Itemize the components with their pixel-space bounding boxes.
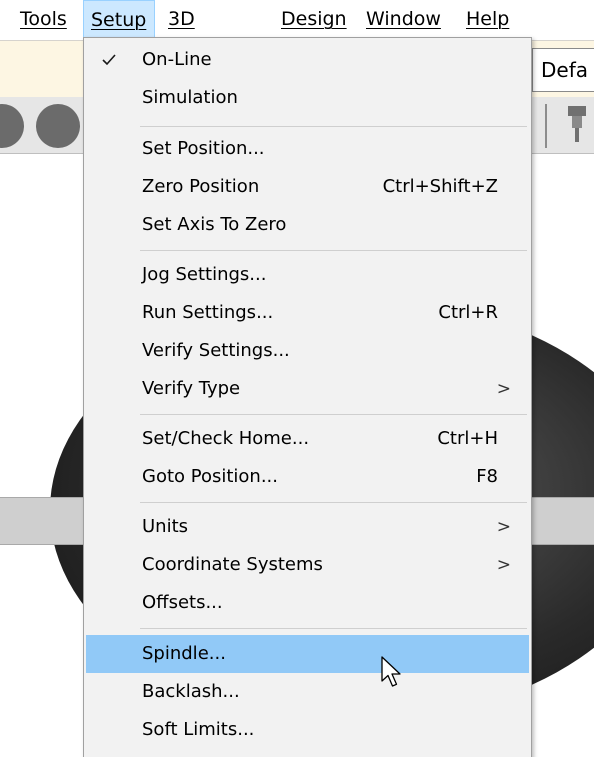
menu-help[interactable]: Help: [466, 0, 516, 38]
menu-item-label: Set Position...: [142, 138, 265, 159]
menu-setup-label: Setup: [91, 9, 147, 31]
mouse-cursor-icon: [381, 656, 401, 687]
setup-menu: On-Line Simulation Set Position... Zero …: [83, 37, 532, 757]
menu-item-label: Set/Check Home...: [142, 428, 310, 449]
menu-item-label: Verify Type: [142, 378, 241, 399]
menu-bar: Tools Setup 3D Image Design Window Help: [0, 0, 594, 68]
menu-item-label: Spindle...: [142, 643, 226, 664]
menu-window-label: Window: [366, 8, 441, 30]
menu-item-set-check-home[interactable]: Set/Check Home... Ctrl+H: [86, 420, 529, 458]
menu-item-verify-type[interactable]: Verify Type >: [86, 370, 529, 408]
menu-separator: [140, 126, 527, 127]
menu-item-label: Jog Settings...: [142, 264, 267, 285]
menu-tools-label: Tools: [20, 8, 67, 30]
spindle-tool-icon[interactable]: [566, 104, 588, 144]
toolbar-circle-button[interactable]: [36, 104, 80, 148]
menu-separator: [140, 250, 527, 251]
menu-window[interactable]: Window: [366, 0, 448, 38]
menu-item-coordinate-systems[interactable]: Coordinate Systems >: [86, 546, 529, 584]
menu-separator: [140, 414, 527, 415]
menu-item-label: Simulation: [142, 87, 238, 108]
menu-item-run-settings[interactable]: Run Settings... Ctrl+R: [86, 294, 529, 332]
menu-item-label: Goto Position...: [142, 466, 279, 487]
menu-item-jog-settings[interactable]: Jog Settings...: [86, 256, 529, 294]
menu-item-zero-position[interactable]: Zero Position Ctrl+Shift+Z: [86, 168, 529, 206]
menu-item-offsets[interactable]: Offsets...: [86, 584, 529, 622]
toolbar-separator: [545, 104, 547, 148]
menu-item-label: On-Line: [142, 49, 212, 70]
submenu-chevron-icon: >: [496, 379, 511, 399]
menu-item-label: Units: [142, 516, 189, 537]
menu-item-label: Offsets...: [142, 592, 223, 613]
menu-item-on-line[interactable]: On-Line: [86, 41, 529, 79]
menu-item-set-position[interactable]: Set Position...: [86, 130, 529, 168]
menu-tools[interactable]: Tools: [20, 0, 78, 38]
menu-item-goto-position[interactable]: Goto Position... F8: [86, 458, 529, 496]
menu-item-label: Zero Position: [142, 176, 260, 197]
menu-design-label: Design: [281, 8, 347, 30]
menu-item-spindle[interactable]: Spindle...: [86, 635, 529, 673]
menu-setup[interactable]: Setup: [83, 0, 155, 38]
menu-item-label: Set Axis To Zero: [142, 214, 287, 235]
menu-item-simulation[interactable]: Simulation: [86, 79, 529, 117]
menu-item-shortcut: Ctrl+R: [438, 302, 498, 323]
submenu-chevron-icon: >: [496, 555, 511, 575]
menu-item-soft-limits[interactable]: Soft Limits...: [86, 711, 529, 749]
app-window: Defa Tools Setup 3D Image Design Window …: [0, 0, 594, 757]
menu-separator: [140, 628, 527, 629]
menu-design[interactable]: Design: [281, 0, 347, 38]
menu-separator: [140, 502, 527, 503]
menu-item-verify-settings[interactable]: Verify Settings...: [86, 332, 529, 370]
menu-item-units[interactable]: Units >: [86, 508, 529, 546]
menu-item-shortcut: Ctrl+Shift+Z: [382, 176, 498, 197]
submenu-chevron-icon: >: [496, 517, 511, 537]
checkmark-icon: [102, 54, 116, 66]
menu-help-label: Help: [466, 8, 510, 30]
menu-item-label: Soft Limits...: [142, 719, 255, 740]
menu-item-shortcut: Ctrl+H: [437, 428, 498, 449]
menu-3d-image[interactable]: 3D Image: [168, 0, 260, 68]
profile-name-field[interactable]: Defa: [532, 48, 594, 92]
menu-item-label: Run Settings...: [142, 302, 274, 323]
menu-item-shortcut: F8: [476, 466, 498, 487]
menu-item-backlash[interactable]: Backlash...: [86, 673, 529, 711]
menu-item-label: Verify Settings...: [142, 340, 290, 361]
menu-item-label: Backlash...: [142, 681, 240, 702]
menu-item-label: Coordinate Systems: [142, 554, 323, 575]
menu-item-set-axis-to-zero[interactable]: Set Axis To Zero: [86, 206, 529, 244]
